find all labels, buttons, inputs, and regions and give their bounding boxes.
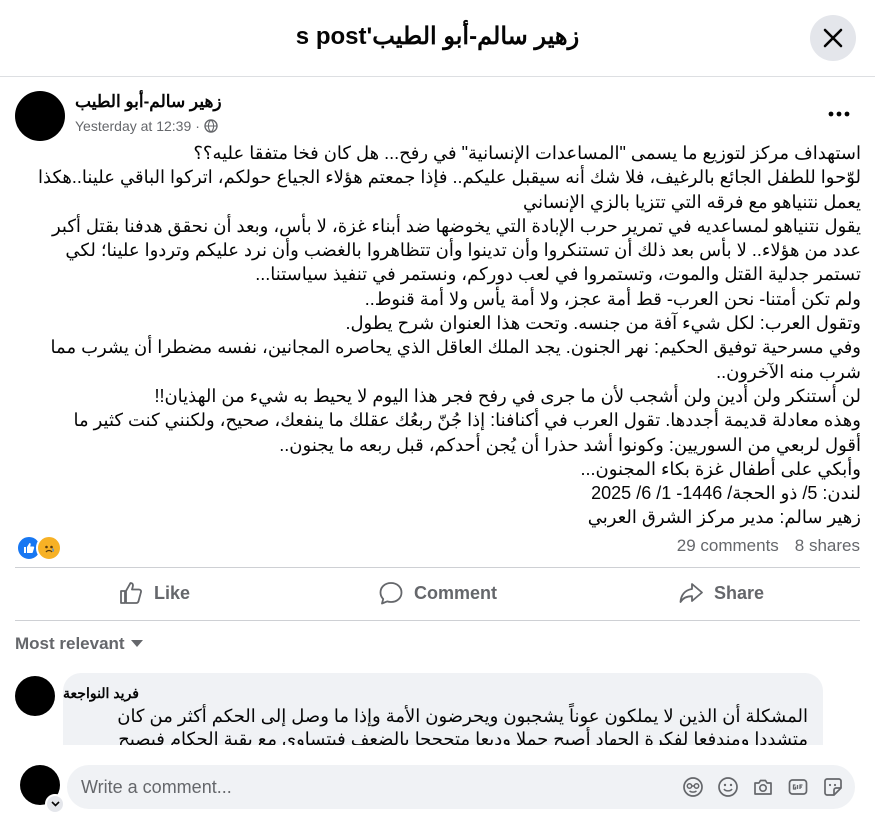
post-line: يعمل نتنياهو مع فرقه التي تتزيا بالزي ال… (523, 191, 861, 212)
comment-sort-dropdown[interactable]: Most relevant (15, 634, 143, 654)
dialog-title: زهير سالم-أبو الطيب's post (295, 23, 580, 50)
comment-label: Comment (414, 582, 498, 603)
like-button[interactable]: Like (118, 577, 190, 609)
commenter-avatar[interactable] (15, 676, 55, 716)
meta-separator: · (195, 118, 200, 134)
divider (15, 620, 860, 621)
emoji-icon[interactable] (716, 775, 740, 799)
comment-line: المشكلة أن الذين لا يملكون عوناً يشجبون … (117, 706, 808, 726)
composer-tools (681, 775, 845, 799)
post-line: استهداف مركز لتوزيع ما يسمى "المساعدات ا… (193, 143, 861, 163)
post-time[interactable]: Yesterday at 12:39 (75, 118, 191, 134)
post-line: وفي مسرحية توفيق الحكيم: نهر الجنون. يجد… (50, 337, 861, 358)
share-button[interactable]: Share (678, 577, 764, 609)
close-icon (822, 27, 844, 49)
more-options-button[interactable] (822, 104, 856, 124)
like-icon (118, 580, 144, 606)
post-line: لن أستنكر ولن أدين ولن أشجب لأن ما جرى ف… (154, 385, 861, 406)
commenter-name[interactable]: فريد النواجعة (63, 685, 139, 702)
like-label: Like (154, 582, 191, 603)
camera-icon[interactable] (751, 775, 775, 799)
caret-down-icon (130, 640, 143, 648)
post-line: أقول لربعي من السوريين: وكونوا أشد حذرا … (279, 434, 861, 455)
account-switch-chevron-icon[interactable] (45, 794, 65, 814)
sort-label: Most relevant (15, 634, 125, 653)
post-line: وتقول العرب: لكل شيء آفة من جنسه. وتحت ه… (345, 313, 861, 334)
comments-count[interactable]: 29 comments (677, 536, 779, 556)
post-line: لوّحوا للطفل الجائع بالرغيف، فلا شك أنه … (38, 167, 861, 188)
post-line: ولم تكن أمتنا- نحن العرب- قط أمة عجز، ول… (364, 288, 861, 309)
post-line: وأبكي على أطفال غزة بكاء المجنون... (580, 458, 862, 479)
globe-icon (204, 119, 218, 133)
post-line: تستمر جدلية القتل والموت، وتستمروا في لع… (255, 264, 861, 285)
shares-count[interactable]: 8 shares (795, 536, 860, 556)
comment-input[interactable] (81, 777, 481, 798)
post-line: زهير سالم: مدير مركز الشرق العربي (587, 507, 861, 528)
post-meta: Yesterday at 12:39 · (75, 118, 218, 134)
sticker-icon[interactable] (821, 775, 845, 799)
post-line: وهذه معادلة قديمة أجددها. تقول العرب في … (73, 410, 861, 431)
author-avatar[interactable] (15, 91, 65, 141)
share-label: Share (714, 582, 765, 603)
post-body: استهداف مركز لتوزيع ما يسمى "المساعدات ا… (18, 141, 861, 530)
post-line: شرب منه الآخرون.. (716, 361, 861, 382)
comment-icon (378, 580, 404, 606)
dialog-header: زهير سالم-أبو الطيب's post (0, 0, 875, 77)
more-dots-icon (828, 111, 850, 117)
comment-input-box[interactable] (67, 765, 855, 809)
sad-reaction-icon (36, 535, 62, 561)
share-icon (678, 580, 704, 606)
close-button[interactable] (810, 15, 856, 61)
gif-icon[interactable] (786, 775, 810, 799)
comment-button[interactable]: Comment (378, 577, 497, 609)
post-stats: 29 comments 8 shares (677, 536, 860, 556)
divider (15, 567, 860, 568)
author-name[interactable]: زهير سالم-أبو الطيب (75, 92, 222, 112)
reaction-summary[interactable] (16, 535, 62, 561)
post-line: لندن: 5/ ذو الحجة/ 1446- 1/ 6/ 2025 (591, 483, 861, 504)
avatar-sticker-icon[interactable] (681, 775, 705, 799)
comment-composer (0, 745, 875, 832)
post-line: يقول نتنياهو لمساعديه في تمرير حرب الإبا… (51, 215, 861, 236)
post-line: عدد من هؤلاء.. لا بأس بعد ذلك أن تستنكرو… (65, 240, 861, 261)
